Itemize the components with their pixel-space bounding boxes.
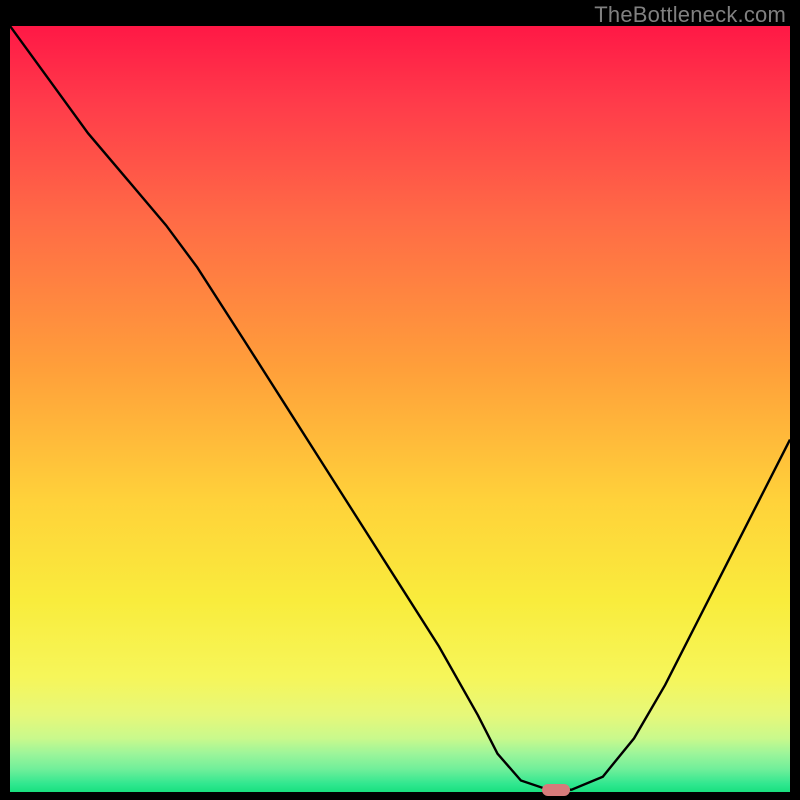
optimal-marker [542, 784, 570, 796]
watermark-text: TheBottleneck.com [594, 2, 786, 28]
curve-path [10, 26, 790, 790]
bottleneck-curve [10, 26, 790, 792]
